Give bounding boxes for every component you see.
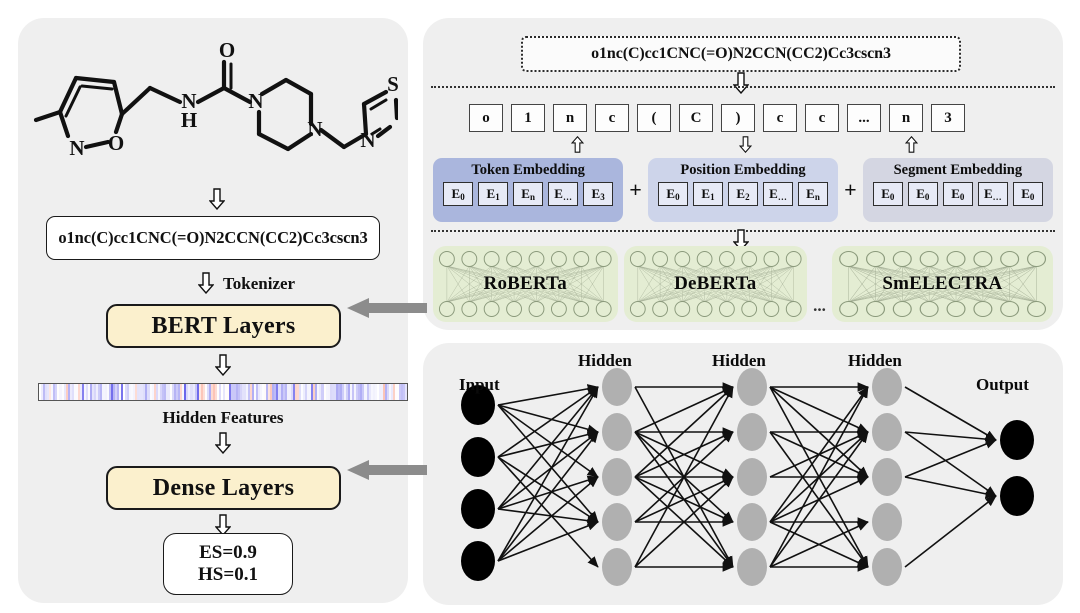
atom-label-N3: N: [307, 117, 322, 141]
dense-layers-box[interactable]: Dense Layers: [106, 466, 341, 510]
embedding-group-title: Position Embedding: [680, 162, 806, 178]
smiles-input-box: o1nc(C)cc1CNC(=O)N2CCN(CC2)Cc3cscn3: [521, 36, 961, 72]
atom-label-N2: N: [248, 89, 263, 113]
embedding-cell: E0: [907, 182, 938, 206]
token-cell[interactable]: n: [889, 104, 923, 132]
down-arrow-icon-2: [215, 354, 231, 376]
embedding-cell: E…: [977, 182, 1008, 206]
token-cell[interactable]: ...: [847, 104, 881, 132]
embedding-group-position: Position Embedding E 0 E 1 E 2 E… En: [647, 158, 839, 222]
token-cell[interactable]: C: [679, 104, 713, 132]
embedding-cell: E1: [692, 182, 723, 206]
atom-label-H: H: [181, 108, 197, 132]
dense-network-panel: Input Hidden Hidden Hidden Output: [423, 343, 1063, 605]
embedding-groups-row: Token Embedding E 0 E 1 En E… E 3 + Position Embed…: [433, 158, 1053, 222]
embedding-cells: E 0 E 1 En E… E 3: [443, 182, 614, 206]
nn-label-hidden-2: Hidden: [712, 351, 766, 370]
token-cell[interactable]: ): [721, 104, 755, 132]
embedding-cell: E2: [727, 182, 758, 206]
nn-label-output: Output: [976, 375, 1029, 394]
token-cell[interactable]: c: [763, 104, 797, 132]
embedding-cell: En: [797, 182, 828, 206]
plus-icon: +: [629, 177, 642, 202]
token-cell[interactable]: (: [637, 104, 671, 132]
tokenizer-label: Tokenizer: [223, 274, 296, 293]
arrow-encoder-to-bert: [347, 298, 427, 318]
transformer-encoder-panel: o1nc(C)cc1CNC(=O)N2CCN(CC2)Cc3cscn3 o1nc…: [423, 18, 1063, 330]
hidden-features-heatmap-bar: [38, 383, 408, 401]
es-score: ES=0.9: [199, 542, 257, 564]
token-cell[interactable]: 1: [511, 104, 545, 132]
token-cell[interactable]: 3: [931, 104, 965, 132]
token-cell[interactable]: c: [595, 104, 629, 132]
embedding-cell: E0: [657, 182, 688, 206]
model-name: RoBERTa: [483, 273, 567, 294]
atom-label-S: S: [387, 72, 398, 96]
embedding-cell: E0: [1012, 182, 1043, 206]
hs-score: HS=0.1: [198, 564, 258, 585]
up-arrow-icon-c: [905, 136, 918, 153]
token-cell[interactable]: n: [553, 104, 587, 132]
atom-label-N4: N: [69, 136, 84, 160]
down-arrow-icon-b: [739, 136, 752, 153]
models-ellipsis: ...: [813, 296, 826, 315]
prediction-result-box: ES=0.9 HS=0.1: [163, 533, 293, 595]
embedding-group-title: Segment Embedding: [893, 162, 1023, 178]
down-arrow-icon-tokenizer: [198, 272, 214, 294]
down-arrow-icon-tokenize: [733, 72, 749, 94]
nn-label-hidden-3: Hidden: [848, 351, 902, 370]
token-cell[interactable]: o: [469, 104, 503, 132]
embedding-cells: E 0 E 1 E 2 E… En: [657, 182, 828, 206]
model-name: DeBERTa: [674, 273, 757, 294]
model-card-smelectra[interactable]: SmELECTRA: [831, 246, 1053, 322]
neural-network-diagram: [461, 368, 1034, 586]
embedding-cell: E0: [872, 182, 903, 206]
nn-label-hidden-1: Hidden: [578, 351, 632, 370]
smiles-string-box: o1nc(C)cc1CNC(=O)N2CCN(CC2)Cc3cscn3: [46, 216, 380, 260]
embedding-group-segment: Segment Embedding E 0 E 0 E 0 E… E 0: [862, 158, 1053, 222]
token-sequence-row: o 1 n c(C) c c... n 3: [469, 104, 965, 132]
embedding-cell: E…: [762, 182, 793, 206]
embedding-group-title: Token Embedding: [471, 162, 585, 178]
down-arrow-icon-3: [215, 432, 231, 454]
model-name: SmELECTRA: [882, 273, 1003, 294]
embedding-cell: E1: [478, 182, 509, 206]
embedding-cells: E 0 E 0 E 0 E… E 0: [872, 182, 1043, 206]
embedding-cell: E…: [548, 182, 579, 206]
embedding-cell: E3: [583, 182, 614, 206]
hidden-features-label: Hidden Features: [162, 408, 284, 427]
token-cell[interactable]: c: [805, 104, 839, 132]
dotted-separator-top: [431, 86, 1055, 88]
model-card-roberta[interactable]: RoBERTa: [433, 246, 618, 322]
molecular-structure-figure: O N H N N N O S N: [33, 38, 398, 160]
arrow-network-to-dense: [347, 460, 427, 480]
embedding-cell: E0: [942, 182, 973, 206]
embedding-group-token: Token Embedding E 0 E 1 En E… E 3: [433, 158, 624, 222]
plus-icon: +: [844, 177, 857, 202]
bert-layers-box[interactable]: BERT Layers: [106, 304, 341, 348]
down-arrow-icon: [209, 188, 225, 210]
nn-label-input: Input: [459, 375, 500, 394]
atom-label-O2: O: [108, 131, 124, 155]
model-card-deberta[interactable]: DeBERTa: [623, 246, 808, 322]
atom-label-O: O: [219, 38, 235, 62]
embedding-cell: En: [513, 182, 544, 206]
up-arrow-icon-a: [571, 136, 584, 153]
pretrained-models-row: RoBERTa DeBERTa... SmELECTRA: [433, 246, 1053, 322]
embedding-cell: E0: [443, 182, 474, 206]
atom-label-N5: N: [360, 128, 375, 152]
